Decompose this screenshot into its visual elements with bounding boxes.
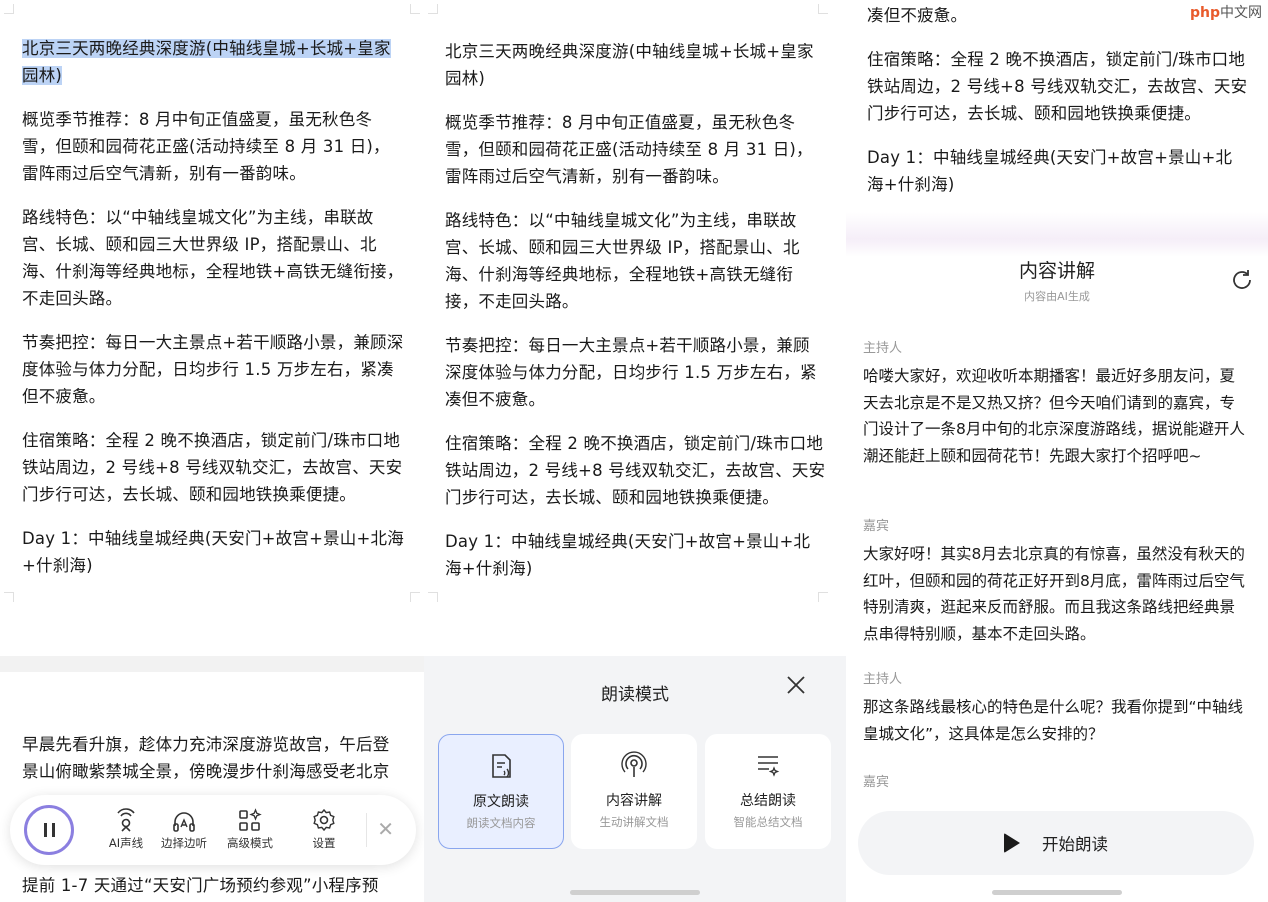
speaker-label: 主持人 <box>863 341 903 356</box>
doc-title: 北京三天两晚经典深度游(中轴线皇城+长城+皇家园林) <box>445 42 814 88</box>
mode-card-explain[interactable]: 内容讲解 生动讲解文档 <box>571 734 697 849</box>
mode-card-original[interactable]: 原文朗读 朗读文档内容 <box>438 734 564 849</box>
speech-text: 哈喽大家好，欢迎收听本期播客！最近好多朋友问，夏天去北京是不是又热又挤？但今天咱… <box>863 367 1245 465</box>
close-player-button[interactable]: ✕ <box>377 817 394 841</box>
paragraph-season: 概览季节推荐：8 月中旬正值盛夏，虽无秋色冬雪，但颐和园荷花正盛(活动持续至 8… <box>445 113 813 186</box>
crop-mark <box>410 592 420 602</box>
crop-mark <box>428 4 438 14</box>
paragraph-day1: Day 1：中轴线皇城经典(天安门+故宫+景山+北海+什刹海) <box>867 148 1233 194</box>
document-text: 北京三天两晚经典深度游(中轴线皇城+长城+皇家园林) 概览季节推荐：8 月中旬正… <box>22 35 404 596</box>
document-read-icon <box>492 754 511 778</box>
mode-card-summary[interactable]: 总结朗读 智能总结文档 <box>705 734 831 849</box>
crop-mark <box>428 592 438 602</box>
paragraph-season: 概览季节推荐：8 月中旬正值盛夏，虽无秋色冬雪，但颐和园荷花正盛(活动持续至 8… <box>22 110 390 183</box>
document-text-page2-tail: 提前 1-7 天通过“天安门广场预约参观”小程序预 <box>22 872 404 902</box>
paragraph-morning: 早晨先看升旗，趁体力充沛深度游览故宫，午后登景山俯瞰紫禁城全景，傍晚漫步什刹海感… <box>22 735 390 781</box>
paragraph-hotel: 住宿策略：全程 2 晚不换酒店，锁定前门/珠市口地铁站周边，2 号线+8 号线双… <box>867 50 1248 123</box>
advanced-mode-button[interactable]: 高级模式 <box>220 807 280 851</box>
gear-icon <box>313 808 335 832</box>
summary-list-icon <box>758 756 780 777</box>
crop-mark <box>818 4 828 14</box>
crop-mark <box>4 4 14 14</box>
paragraph-route: 路线特色：以“中轴线皇城文化”为主线，串联故宫、长城、颐和园三大世界级 IP，搭… <box>445 211 800 311</box>
document-text-page2: 早晨先看升旗，趁体力充沛深度游览故宫，午后登景山俯瞰紫禁城全景，傍晚漫步什刹海感… <box>22 731 404 785</box>
page-gap <box>0 656 424 672</box>
paragraph-pace: 节奏把控：每日一大主景点+若干顺路小景，兼顾深度体验与体力分配，日均步行 1.5… <box>22 333 404 406</box>
home-indicator <box>570 890 700 895</box>
paragraph-tip: 提前 1-7 天通过“天安门广场预约参观”小程序预 <box>22 876 379 895</box>
speaker-label: 嘉宾 <box>863 519 890 534</box>
panel-fade <box>846 212 1268 257</box>
ai-voice-button[interactable]: AI声线 <box>96 807 156 851</box>
start-reading-button[interactable]: 开始朗读 <box>858 811 1254 875</box>
paragraph-hotel: 住宿策略：全程 2 晚不换酒店，锁定前门/珠市口地铁站周边，2 号线+8 号线双… <box>445 434 826 507</box>
ai-voice-icon <box>117 808 135 832</box>
sheet-title: 朗读模式 <box>601 685 669 705</box>
speaker-label: 主持人 <box>863 672 903 687</box>
pause-button[interactable] <box>24 805 74 855</box>
crop-mark <box>4 592 14 602</box>
podcast-icon <box>621 751 647 777</box>
headphone-icon <box>173 812 195 832</box>
divider <box>366 813 367 847</box>
speech-text: 大家好呀！其实8月去北京真的有惊喜，虽然没有秋天的红叶，但颐和园的荷花正好开到8… <box>863 545 1245 643</box>
explain-title: 内容讲解 <box>1018 260 1095 282</box>
paragraph-day1: Day 1：中轴线皇城经典(天安门+故宫+景山+北海+什刹海) <box>22 529 404 575</box>
paragraph-route: 路线特色：以“中轴线皇城文化”为主线，串联故宫、长城、颐和园三大世界级 IP，搭… <box>22 208 404 308</box>
listen-walk-button[interactable]: 边择边听 <box>154 807 214 851</box>
grid-sparkle-icon <box>239 808 262 831</box>
speaker-label: 嘉宾 <box>863 775 890 790</box>
paragraph-pace: 节奏把控：每日一大主景点+若干顺路小景，兼顾深度体验与体力分配，日均步行 1.5… <box>445 336 817 409</box>
document-text: 凑但不疲惫。 住宿策略：全程 2 晚不换酒店，锁定前门/珠市口地铁站周边，2 号… <box>867 2 1248 215</box>
ai-generated-note: 内容由AI生成 <box>1024 290 1090 303</box>
reading-mode-sheet: 朗读模式 原文朗读 朗读文档内容 内容讲解 生动讲解文档 总结朗读 智能总结文档 <box>424 656 846 902</box>
watermark-logo: php中文网 <box>1189 5 1262 21</box>
reading-player-bar: AI声线 边择边听 高级模式 设置 ✕ <box>10 795 416 865</box>
home-indicator <box>992 890 1122 895</box>
selected-title[interactable]: 北京三天两晚经典深度游(中轴线皇城+长城+皇家园林) <box>22 39 391 85</box>
pause-icon <box>43 823 47 837</box>
crop-mark <box>410 4 420 14</box>
refresh-button[interactable] <box>1230 268 1254 292</box>
document-panel-left: 北京三天两晚经典深度游(中轴线皇城+长城+皇家园林) 概览季节推荐：8 月中旬正… <box>0 0 424 902</box>
speech-text: 那这条路线最核心的特色是什么呢？我看你提到“中轴线皇城文化”，这具体是怎么安排的… <box>863 698 1244 743</box>
document-panel-middle: 北京三天两晚经典深度游(中轴线皇城+长城+皇家园林) 概览季节推荐：8 月中旬正… <box>424 0 846 902</box>
close-sheet-button[interactable] <box>786 675 806 695</box>
close-icon: ✕ <box>377 817 394 841</box>
explain-panel-right: 凑但不疲惫。 住宿策略：全程 2 晚不换酒店，锁定前门/珠市口地铁站周边，2 号… <box>846 0 1268 902</box>
settings-button[interactable]: 设置 <box>294 807 354 851</box>
paragraph-hotel: 住宿策略：全程 2 晚不换酒店，锁定前门/珠市口地铁站周边，2 号线+8 号线双… <box>22 431 403 504</box>
paragraph-day1: Day 1：中轴线皇城经典(天安门+故宫+景山+北海+什刹海) <box>445 532 811 578</box>
document-text: 北京三天两晚经典深度游(中轴线皇城+长城+皇家园林) 概览季节推荐：8 月中旬正… <box>445 38 826 599</box>
play-icon <box>1004 833 1020 853</box>
